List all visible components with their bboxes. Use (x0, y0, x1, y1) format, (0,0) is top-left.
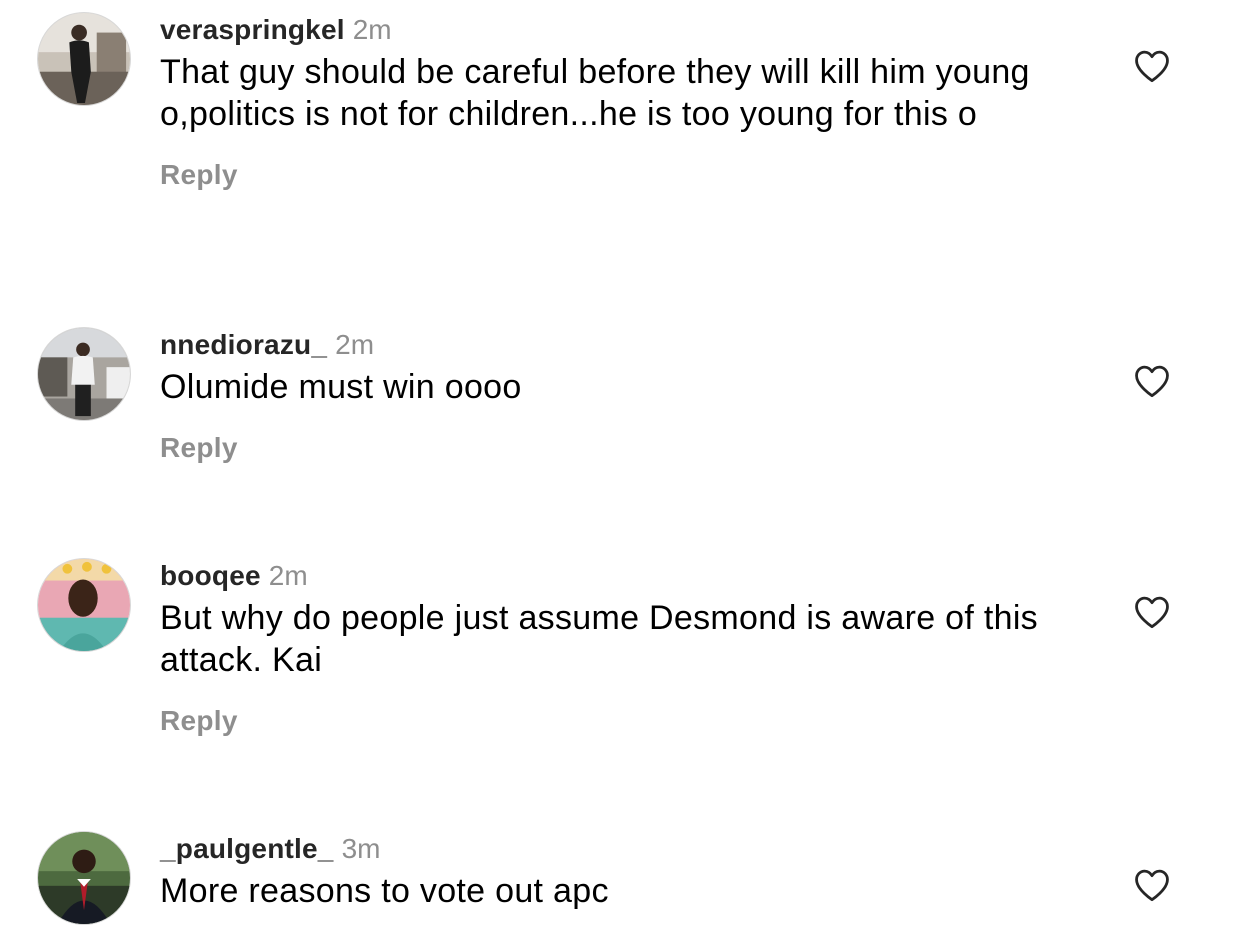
username[interactable]: booqee (160, 560, 261, 591)
avatar-image (38, 559, 130, 651)
username[interactable]: _paulgentle_ (160, 833, 334, 864)
like-button[interactable] (1133, 868, 1171, 902)
avatar[interactable] (37, 12, 131, 106)
username[interactable]: nnediorazu_ (160, 329, 327, 360)
like-button[interactable] (1133, 364, 1171, 398)
comment-meta: _paulgentle_ 3m (160, 831, 1060, 867)
timestamp: 2m (352, 14, 392, 45)
comment-text: But why do people just assume Desmond is… (160, 599, 1038, 679)
comments-list: veraspringkel 2m That guy should be caref… (0, 0, 1242, 926)
comment-text: Olumide must win oooo (160, 368, 522, 406)
timestamp: 2m (268, 560, 308, 591)
comment-body: veraspringkel 2m That guy should be caref… (160, 12, 1060, 191)
avatar-image (38, 832, 130, 924)
reply-button[interactable]: Reply (160, 159, 1060, 191)
reply-button[interactable]: Reply (160, 705, 1060, 737)
comment-text: That guy should be careful before they w… (160, 53, 1030, 133)
comment-body: _paulgentle_ 3m More reasons to vote out … (160, 831, 1060, 912)
timestamp: 2m (335, 329, 375, 360)
avatar[interactable] (37, 558, 131, 652)
timestamp: 3m (341, 833, 381, 864)
heart-outline-icon (1135, 365, 1169, 398)
comment-meta: nnediorazu_ 2m (160, 327, 1060, 363)
reply-button[interactable]: Reply (160, 432, 1060, 464)
avatar-image (38, 13, 130, 105)
heart-outline-icon (1135, 50, 1169, 83)
heart-outline-icon (1135, 596, 1169, 629)
comment-meta: booqee 2m (160, 558, 1060, 594)
comment-meta: veraspringkel 2m (160, 12, 1060, 48)
heart-outline-icon (1135, 869, 1169, 902)
like-button[interactable] (1133, 49, 1171, 83)
avatar[interactable] (37, 831, 131, 925)
username[interactable]: veraspringkel (160, 14, 345, 45)
avatar-image (38, 328, 130, 420)
like-button[interactable] (1133, 595, 1171, 629)
comment-text: More reasons to vote out apc (160, 872, 609, 910)
avatar[interactable] (37, 327, 131, 421)
comment-body: nnediorazu_ 2m Olumide must win oooo Repl… (160, 327, 1060, 464)
comment-body: booqee 2m But why do people just assume D… (160, 558, 1060, 737)
